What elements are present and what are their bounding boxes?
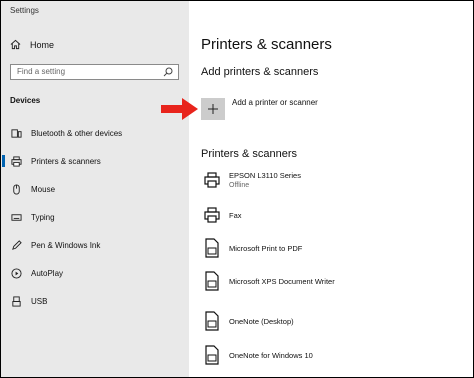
printers-list-title: Printers & scanners (201, 148, 297, 160)
main-content: Printers & scanners Add printers & scann… (189, 1, 473, 377)
add-printer-label[interactable]: Add a printer or scanner (232, 98, 318, 107)
device-item[interactable]: Microsoft XPS Document Writer (201, 268, 335, 294)
sidebar-item-label: Pen & Windows Ink (31, 240, 101, 250)
sidebar-item-typing[interactable]: Typing (1, 207, 189, 227)
sidebar-item-label: USB (31, 296, 48, 306)
keyboard-icon (10, 211, 22, 223)
device-status: Offline (229, 182, 250, 189)
section-label-devices: Devices (10, 96, 41, 105)
document-printer-icon (201, 237, 223, 259)
document-printer-icon (201, 310, 223, 332)
search-placeholder: Find a setting (17, 67, 66, 76)
sidebar-item-label: AutoPlay (31, 268, 64, 278)
device-name: Microsoft Print to PDF (229, 243, 303, 253)
device-name: Fax (229, 210, 242, 220)
sidebar-item-bluetooth[interactable]: Bluetooth & other devices (1, 123, 189, 143)
pen-icon (10, 239, 22, 251)
sidebar-item-mouse[interactable]: Mouse (1, 179, 189, 199)
page-title: Printers & scanners (201, 36, 332, 53)
device-item[interactable]: Fax (201, 202, 242, 228)
window-title: Settings (10, 6, 39, 15)
device-item[interactable]: OneNote for Windows 10 (201, 342, 313, 368)
search-input[interactable]: Find a setting (10, 64, 179, 80)
red-arrow-annotation-icon (161, 98, 198, 120)
mouse-icon (10, 183, 22, 195)
plus-icon (208, 104, 218, 114)
device-name: EPSON L3110 Series (229, 171, 301, 180)
document-printer-icon (201, 270, 223, 292)
usb-icon (10, 295, 22, 307)
fax-icon (201, 204, 223, 226)
device-item[interactable]: EPSON L3110 Series Offline (201, 167, 301, 193)
sidebar-item-label: Mouse (31, 184, 56, 194)
printer-icon (10, 155, 22, 167)
sidebar-item-label: Bluetooth & other devices (31, 128, 123, 138)
active-indicator (2, 155, 5, 167)
device-name: OneNote (Desktop) (229, 316, 294, 326)
home-icon (10, 39, 21, 50)
sidebar-item-label: Typing (31, 212, 55, 222)
add-printer-button[interactable] (201, 98, 225, 120)
search-icon[interactable] (163, 67, 173, 77)
sidebar-item-autoplay[interactable]: AutoPlay (1, 263, 189, 283)
device-item[interactable]: Microsoft Print to PDF (201, 235, 302, 261)
sidebar: Settings Home Find a setting Devices Blu… (1, 1, 189, 377)
add-section-title: Add printers & scanners (201, 66, 319, 78)
sidebar-item-printers[interactable]: Printers & scanners (1, 151, 189, 171)
autoplay-icon (10, 267, 22, 279)
document-printer-icon (201, 344, 223, 366)
device-name: Microsoft XPS Document Writer (229, 276, 335, 286)
sidebar-item-pen[interactable]: Pen & Windows Ink (1, 235, 189, 255)
printer-icon (201, 169, 223, 191)
sidebar-item-usb[interactable]: USB (1, 291, 189, 311)
bluetooth-devices-icon (10, 127, 22, 139)
device-item[interactable]: OneNote (Desktop) (201, 308, 294, 334)
home-label: Home (30, 39, 55, 50)
device-name: OneNote for Windows 10 (229, 350, 313, 360)
home-link[interactable]: Home (10, 39, 54, 50)
sidebar-item-label: Printers & scanners (31, 156, 101, 166)
